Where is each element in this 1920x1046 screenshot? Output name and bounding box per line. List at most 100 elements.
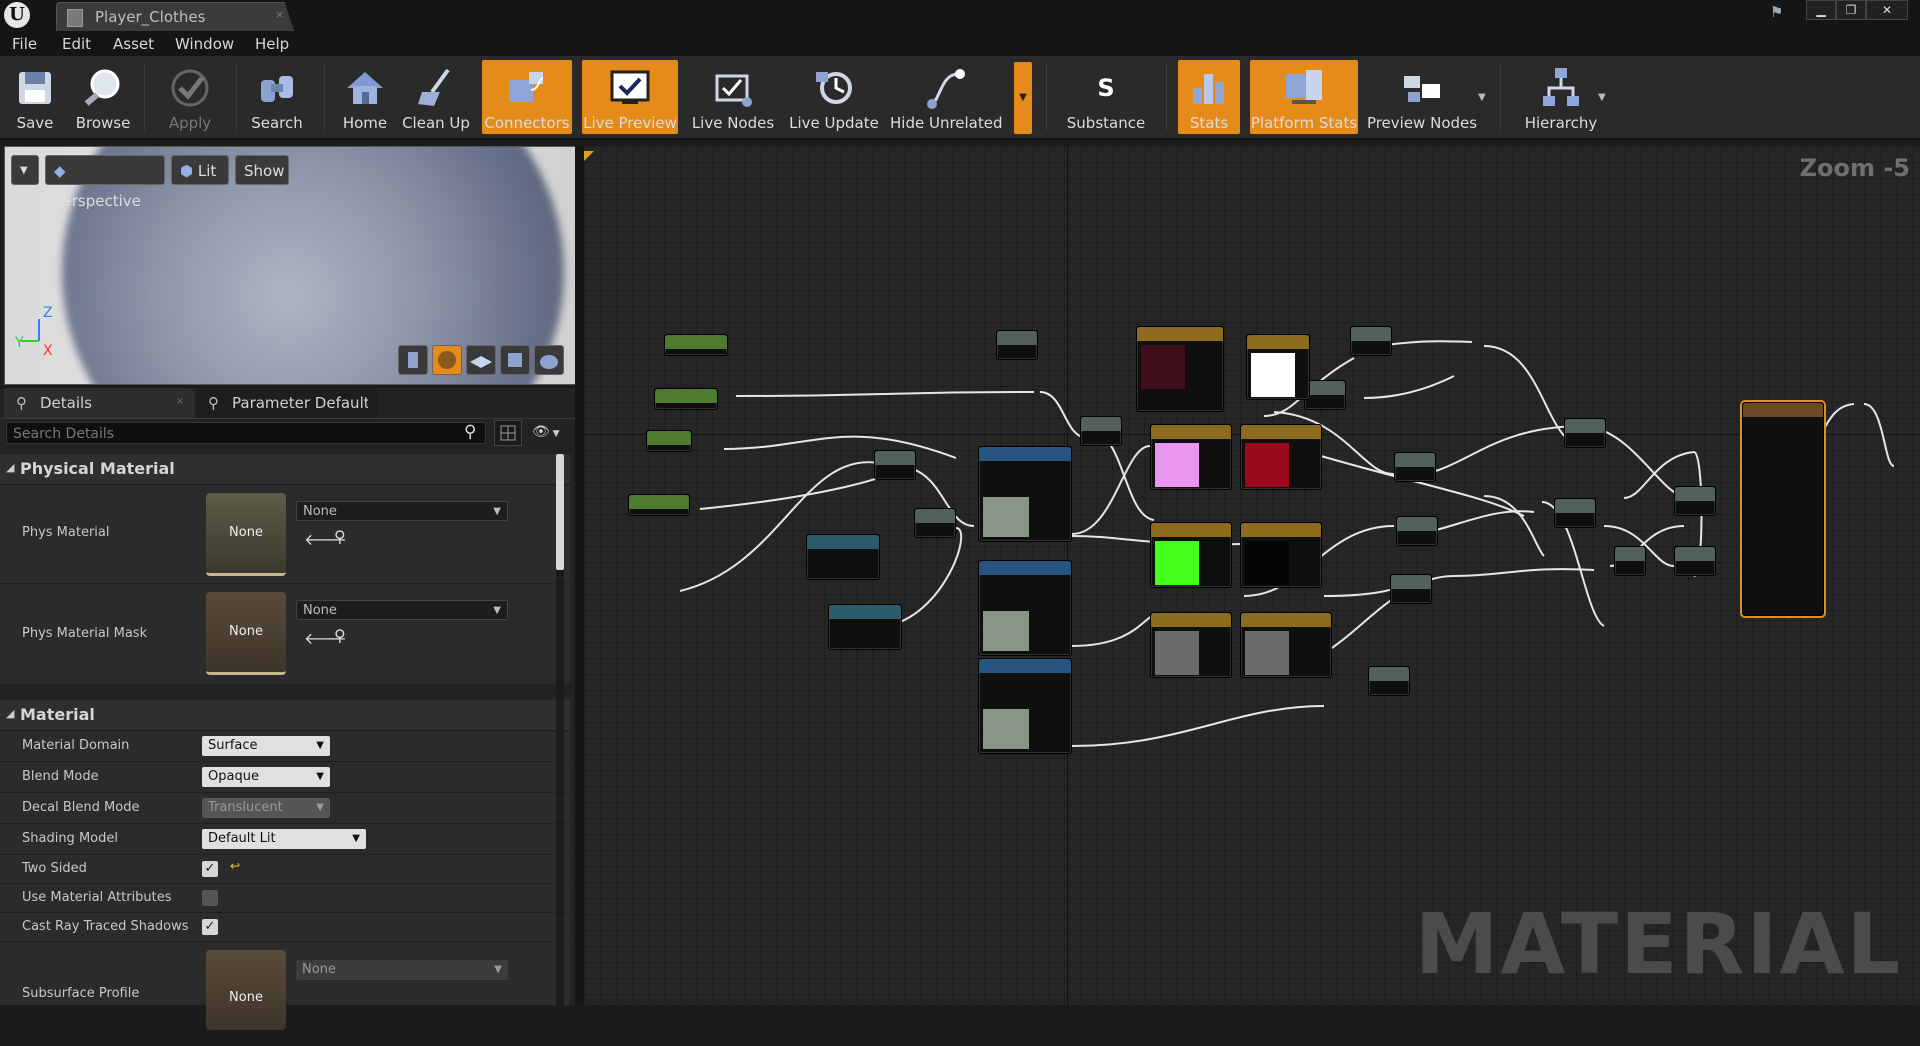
search-button[interactable]: Search xyxy=(244,60,310,134)
node-clothes-color-c[interactable] xyxy=(1150,522,1232,588)
node-multiply[interactable] xyxy=(1394,452,1436,482)
reset-to-default-icon[interactable]: ↩ xyxy=(230,859,240,873)
home-button[interactable]: Home xyxy=(332,60,398,134)
viewport-options-dropdown[interactable]: ▼ xyxy=(11,155,39,185)
node-multiply[interactable] xyxy=(996,330,1038,360)
node-multiply[interactable] xyxy=(1674,546,1716,576)
hierarchy-button[interactable]: Hierarchy xyxy=(1510,60,1612,134)
tab-parameter-defaults[interactable]: ⚲ Parameter Defaults xyxy=(196,388,378,418)
node-clothes-color-a[interactable] xyxy=(1240,424,1322,490)
live-update-button[interactable]: Live Update xyxy=(788,60,880,134)
stats-button[interactable]: Stats xyxy=(1178,60,1240,134)
node-brake-color[interactable] xyxy=(1240,612,1332,678)
menu-edit[interactable]: Edit xyxy=(62,35,91,53)
tab-details[interactable]: ⚲ Details × xyxy=(4,388,194,418)
toolbar-overflow-dropdown[interactable]: ▼ xyxy=(1014,62,1032,134)
feedback-icon[interactable]: ⚑ xyxy=(1770,3,1790,21)
details-scrollbar-thumb[interactable] xyxy=(556,454,564,570)
node-multiply[interactable] xyxy=(874,450,916,480)
node-fresnel[interactable] xyxy=(646,430,692,452)
phys-material-mask-thumbnail[interactable]: None xyxy=(206,592,286,675)
subsurface-profile-combo[interactable]: None ▼ xyxy=(296,960,508,980)
substance-button[interactable]: S Substance xyxy=(1054,60,1158,134)
perspective-button[interactable]: ◆ Perspective xyxy=(45,155,165,210)
preview-plane-button[interactable] xyxy=(466,345,496,375)
material-preview-viewport[interactable]: ▼ ◆ Perspective ⬢ Lit Show Z X Y xyxy=(4,146,577,385)
hierarchy-dropdown-icon[interactable]: ▼ xyxy=(1598,92,1606,103)
browse-magnifier-icon[interactable]: ⚲ xyxy=(334,527,346,546)
node-texture-sampler[interactable] xyxy=(978,560,1072,656)
subsurface-profile-thumbnail[interactable]: None xyxy=(206,950,286,1030)
view-options-button[interactable]: 👁 ▼ xyxy=(532,424,572,444)
shading-model-combo[interactable]: Default Lit ▼ xyxy=(202,829,366,849)
live-nodes-button[interactable]: Live Nodes xyxy=(688,60,778,134)
decal-blend-mode-combo[interactable]: Translucent ▼ xyxy=(202,798,330,818)
node-multiply[interactable] xyxy=(1350,326,1392,356)
node-multiply[interactable] xyxy=(1396,516,1438,546)
details-scrollbar-track[interactable] xyxy=(556,454,564,1005)
node-texture-sampler[interactable] xyxy=(978,658,1072,754)
preview-sphere-button[interactable] xyxy=(432,345,462,375)
node-clothes-color-b[interactable] xyxy=(1150,424,1232,490)
node-multiply[interactable] xyxy=(1564,418,1606,448)
node-multiply[interactable] xyxy=(914,508,956,538)
platform-stats-button[interactable]: Platform Stats xyxy=(1250,60,1358,134)
node-multiply[interactable] xyxy=(1304,380,1346,410)
clean-up-button[interactable]: Clean Up xyxy=(400,60,472,134)
menu-help[interactable]: Help xyxy=(255,35,289,53)
preview-nodes-button[interactable]: Preview Nodes xyxy=(1366,60,1478,134)
node-multiply[interactable] xyxy=(1368,666,1410,696)
preview-cube-button[interactable] xyxy=(500,345,530,375)
menu-file[interactable]: File xyxy=(12,35,37,53)
property-matrix-button[interactable] xyxy=(494,420,522,446)
phys-material-combo[interactable]: None ▼ xyxy=(296,501,508,521)
hide-unrelated-button[interactable]: Hide Unrelated xyxy=(890,60,1003,134)
menu-window[interactable]: Window xyxy=(175,35,234,53)
preview-mesh-button[interactable] xyxy=(534,345,564,375)
lit-button[interactable]: ⬢ Lit xyxy=(171,155,229,185)
node-splatter-switch[interactable] xyxy=(828,604,902,650)
node-multiply[interactable] xyxy=(1674,486,1716,516)
show-button[interactable]: Show xyxy=(235,155,289,185)
preview-cylinder-button[interactable] xyxy=(398,345,428,375)
node-add[interactable] xyxy=(1614,546,1646,576)
category-material[interactable]: ◢ Material xyxy=(0,700,570,731)
document-tab[interactable]: Player_Clothes × xyxy=(56,2,294,31)
phys-material-thumbnail[interactable]: None xyxy=(206,493,286,576)
material-graph-canvas[interactable]: Zoom -5 MATERIAL xyxy=(584,146,1920,1005)
minimize-button[interactable]: ▁ xyxy=(1806,0,1836,20)
node-fresnel-exponent[interactable] xyxy=(628,494,690,516)
apply-button[interactable]: Apply xyxy=(152,60,228,134)
browse-button[interactable]: Browse xyxy=(70,60,136,134)
node-material-output[interactable] xyxy=(1742,402,1824,616)
menu-asset[interactable]: Asset xyxy=(113,35,154,53)
phys-material-mask-combo[interactable]: None ▼ xyxy=(296,600,508,620)
node-multiply[interactable] xyxy=(1554,498,1596,528)
save-button[interactable]: Save xyxy=(4,60,66,134)
cast-ray-traced-shadows-checkbox[interactable]: ✓ xyxy=(202,919,218,935)
node-multiply[interactable] xyxy=(1080,416,1122,446)
node-multiply[interactable] xyxy=(1390,574,1432,604)
node-multiply-mode-switch[interactable] xyxy=(806,534,880,580)
node-texture-sampler[interactable] xyxy=(978,446,1072,542)
category-physical-material[interactable]: ◢ Physical Material xyxy=(0,454,570,485)
close-tab-icon[interactable]: × xyxy=(275,8,284,21)
maximize-button[interactable]: ❐ xyxy=(1836,0,1866,20)
browse-magnifier-icon[interactable]: ⚲ xyxy=(334,626,346,645)
node-base-reflect-fraction[interactable] xyxy=(664,334,728,356)
blend-mode-combo[interactable]: Opaque ▼ xyxy=(202,767,330,787)
connectors-button[interactable]: Connectors xyxy=(482,60,572,134)
node-back-color[interactable] xyxy=(1136,326,1224,412)
live-preview-button[interactable]: Live Preview xyxy=(582,60,678,134)
close-window-button[interactable]: ✕ xyxy=(1866,0,1908,20)
use-material-attributes-checkbox[interactable] xyxy=(202,890,218,906)
search-details-input[interactable]: Search Details xyxy=(6,422,486,444)
node-color[interactable] xyxy=(1150,612,1232,678)
splitter[interactable] xyxy=(575,146,584,1005)
preview-nodes-dropdown-icon[interactable]: ▼ xyxy=(1478,92,1486,103)
material-domain-combo[interactable]: Surface ▼ xyxy=(202,736,330,756)
close-tab-icon[interactable]: × xyxy=(176,396,184,407)
two-sided-checkbox[interactable]: ✓ xyxy=(202,861,218,877)
node-clothes-color-d[interactable] xyxy=(1240,522,1322,588)
node-refraction-depth-bias[interactable] xyxy=(654,388,718,410)
